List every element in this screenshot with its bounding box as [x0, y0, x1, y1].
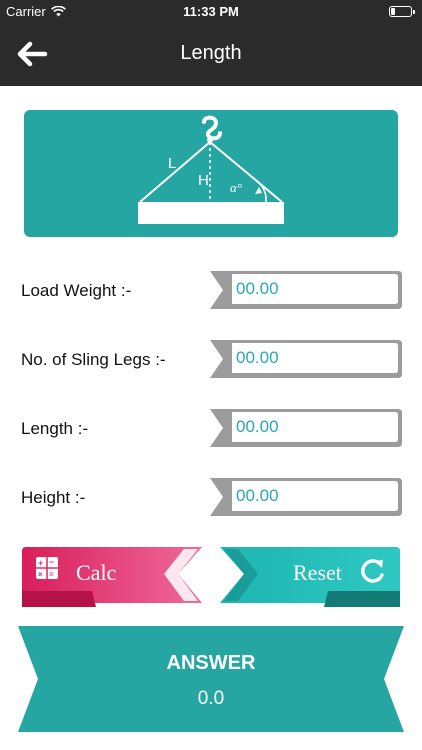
page-title: Length	[180, 42, 242, 64]
answer-ribbon-shape	[18, 626, 404, 732]
diagram-label-angle: α°	[230, 180, 242, 195]
angle-arrow	[255, 187, 262, 194]
svg-text:+: +	[38, 558, 43, 568]
load-weight-input[interactable]	[234, 275, 398, 303]
nav-bar: Length	[0, 22, 422, 86]
load-block	[138, 202, 284, 224]
battery-level	[391, 8, 395, 15]
status-time: 11:33 PM	[183, 4, 239, 19]
length-label: Length :-	[21, 419, 89, 438]
form-row-sling-legs: No. of Sling Legs :-	[0, 340, 422, 380]
status-bar: Carrier 11:33 PM	[0, 0, 422, 22]
height-field-frame	[210, 478, 402, 516]
load-weight-field-frame	[210, 271, 402, 309]
load-weight-label: Load Weight :-	[21, 281, 132, 300]
height-label: Height :-	[21, 488, 86, 507]
answer-value: 0.0	[197, 688, 225, 709]
sling-diagram-graphic: L H α°	[138, 115, 284, 224]
answer-title: ANSWER	[166, 652, 256, 674]
calc-button-label: Calc	[76, 560, 117, 585]
reset-button[interactable]: Reset	[220, 545, 402, 607]
crane-hook-icon	[202, 115, 222, 143]
sling-diagram: L H α°	[24, 110, 398, 237]
form-row-length: Length :-	[0, 409, 422, 449]
length-field-frame	[210, 409, 402, 447]
form-row-height: Height :-	[0, 478, 422, 518]
svg-text:=: =	[49, 570, 54, 579]
sling-legs-input[interactable]	[234, 344, 398, 372]
reset-button-label: Reset	[293, 560, 342, 585]
diagram-label-length: L	[168, 155, 176, 172]
sling-legs-label: No. of Sling Legs :-	[21, 350, 166, 369]
battery-icon	[389, 6, 415, 17]
sling-right-line	[209, 141, 283, 203]
answer-panel: ANSWER 0.0	[18, 626, 404, 732]
height-input[interactable]	[234, 482, 398, 510]
calculator-icon: + − × =	[36, 557, 58, 579]
calc-button[interactable]: + − × = Calc	[20, 545, 202, 607]
form-row-load-weight: Load Weight :-	[0, 271, 422, 311]
sling-legs-field-frame	[210, 340, 402, 378]
svg-text:×: ×	[38, 570, 43, 579]
svg-text:−: −	[49, 557, 54, 567]
length-input[interactable]	[234, 413, 398, 441]
diagram-label-height: H	[198, 172, 209, 189]
